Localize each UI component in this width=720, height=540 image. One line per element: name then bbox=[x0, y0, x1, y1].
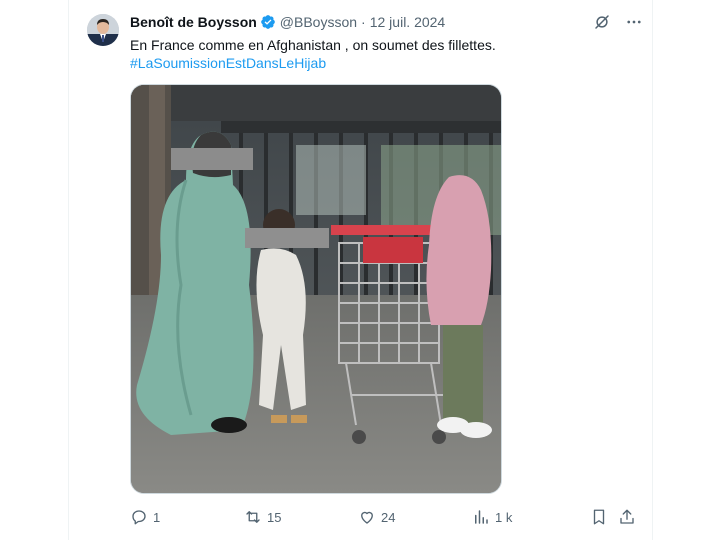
grok-icon[interactable] bbox=[592, 12, 612, 32]
bookmark-button[interactable] bbox=[590, 506, 608, 528]
avatar-image bbox=[87, 14, 119, 46]
author-handle[interactable]: @BBoysson bbox=[280, 14, 357, 30]
share-button[interactable] bbox=[618, 506, 636, 528]
share-icon bbox=[620, 509, 634, 524]
tweet-actions: 1 15 24 1 k bbox=[130, 506, 640, 528]
separator: · bbox=[361, 14, 366, 30]
tweet-text: En France comme en Afghanistan , on soum… bbox=[130, 37, 496, 53]
verified-badge-icon bbox=[260, 15, 275, 29]
heart-icon bbox=[361, 511, 373, 524]
tweet-photo[interactable] bbox=[130, 84, 502, 494]
repost-button[interactable]: 15 bbox=[244, 506, 281, 528]
hashtag-link[interactable]: #LaSoumissionEstDansLeHijab bbox=[130, 54, 326, 72]
author-name[interactable]: Benoît de Boysson bbox=[130, 14, 257, 30]
views-icon bbox=[475, 510, 488, 524]
views-button[interactable]: 1 k bbox=[472, 506, 512, 528]
header-actions bbox=[592, 12, 644, 32]
bookmark-icon bbox=[593, 509, 605, 525]
views-count: 1 k bbox=[495, 509, 513, 525]
tweet-header: Benoît de Boysson @BBoysson · 12 juil. 2… bbox=[130, 12, 445, 32]
reply-button[interactable]: 1 bbox=[130, 506, 160, 528]
like-count: 24 bbox=[381, 509, 396, 525]
grok-icon-glyph bbox=[595, 15, 609, 29]
repost-count: 15 bbox=[267, 509, 282, 525]
photo-image bbox=[131, 85, 501, 493]
like-button[interactable]: 24 bbox=[358, 506, 395, 528]
more-icon-glyph bbox=[627, 20, 641, 24]
repost-icon bbox=[246, 511, 260, 523]
reply-count: 1 bbox=[153, 509, 161, 525]
avatar[interactable] bbox=[87, 14, 119, 46]
reply-icon bbox=[132, 510, 146, 525]
tweet-date[interactable]: 12 juil. 2024 bbox=[370, 14, 446, 30]
more-icon[interactable] bbox=[624, 12, 644, 32]
